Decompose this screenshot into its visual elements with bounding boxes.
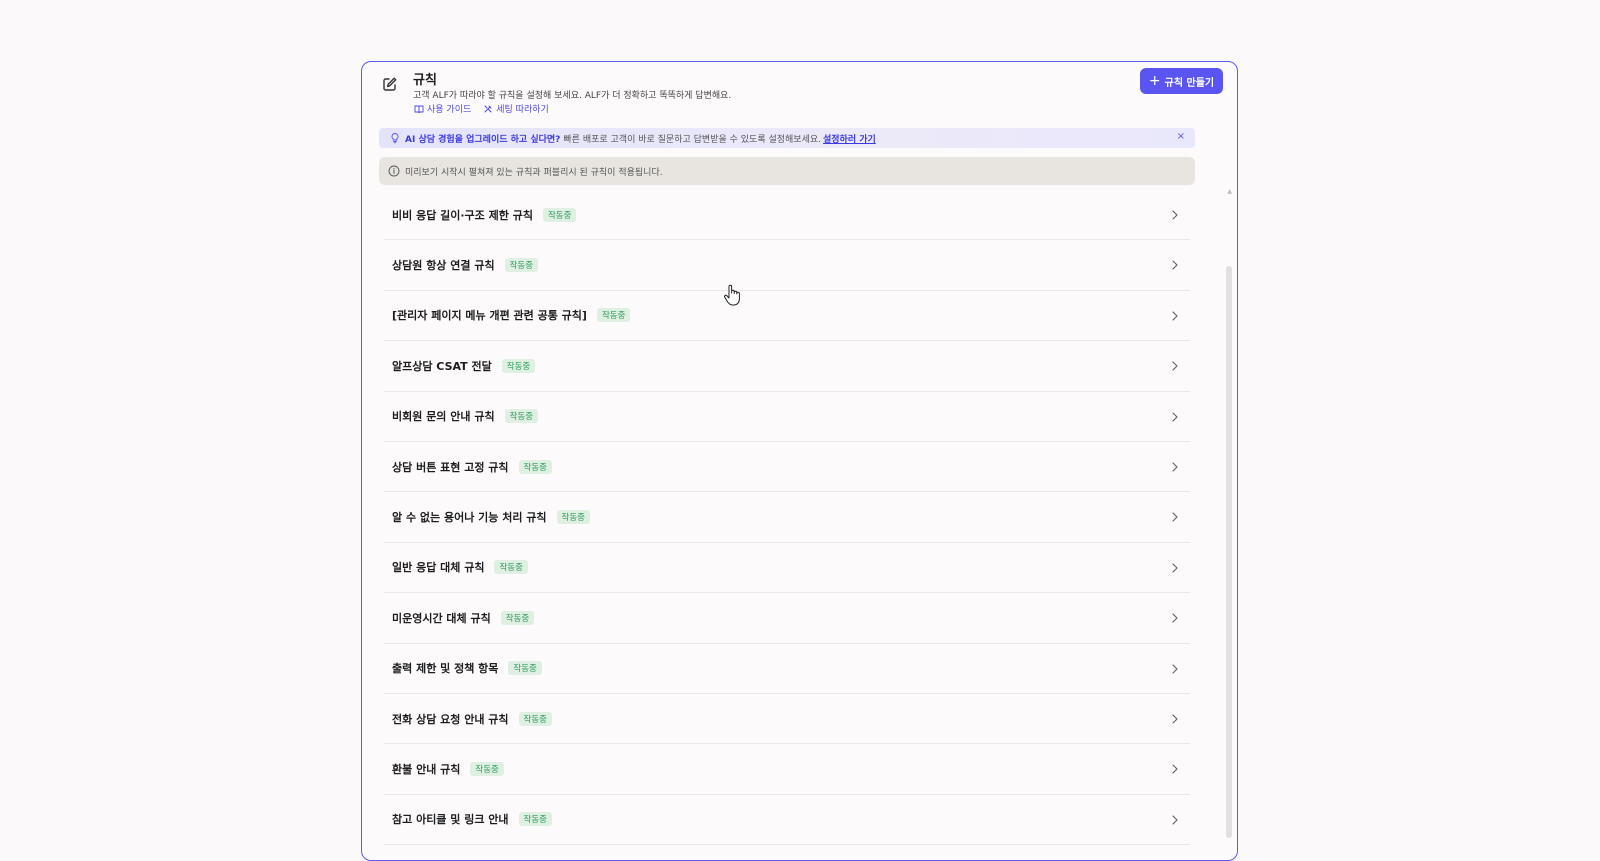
chevron-right-icon — [1172, 361, 1178, 371]
status-badge: 작동중 — [518, 459, 552, 474]
promo-banner: AI 상담 경험을 업그레이드 하고 싶다면? 빠른 배포로 고객이 바로 질문… — [379, 128, 1195, 148]
header-links: 사용 가이드 세팅 따라하기 — [414, 102, 549, 115]
rule-row[interactable]: 알프상담 CSAT 전달 작동중 — [384, 341, 1190, 392]
status-badge: 작동중 — [504, 258, 539, 273]
chevron-right-icon — [1172, 311, 1178, 321]
scrollbar-thumb[interactable] — [1226, 266, 1232, 838]
status-badge: 작동중 — [556, 510, 591, 525]
scroll-up-icon[interactable]: ▲ — [1227, 188, 1232, 195]
rule-name: 전화 상담 요청 안내 규칙 — [392, 712, 509, 726]
status-badge: 작동중 — [494, 560, 528, 575]
rule-name: 비비 응답 길이·구조 제한 규칙 — [392, 208, 533, 222]
rule-name: 환불 안내 규칙 — [392, 762, 461, 776]
rule-name: 참고 아티클 및 링크 안내 — [392, 813, 509, 827]
rule-name: 출력 제한 및 정책 항목 — [392, 662, 499, 676]
rule-name: 알프상담 CSAT 전달 — [392, 359, 492, 373]
rule-list: 비비 응답 길이·구조 제한 규칙 작동중 상담원 항상 연결 규칙 작동중 [… — [384, 190, 1190, 846]
chevron-right-icon — [1172, 210, 1178, 220]
plus-icon: + — [1148, 73, 1161, 89]
chevron-right-icon — [1172, 613, 1178, 623]
rule-row[interactable]: 일반 응답 대체 규칙 작동중 — [384, 543, 1190, 594]
chevron-right-icon — [1172, 563, 1178, 573]
chevron-right-icon — [1172, 260, 1178, 270]
rule-row[interactable]: 상담원 항상 연결 규칙 작동중 — [384, 240, 1190, 291]
promo-headline: AI 상담 경험을 업그레이드 하고 싶다면? — [405, 134, 561, 145]
rule-name: [관리자 페이지 메뉴 개편 관련 공통 규칙] — [392, 309, 587, 323]
guide-link[interactable]: 사용 가이드 — [414, 102, 471, 115]
edit-icon — [383, 77, 397, 91]
tools-icon — [484, 105, 492, 112]
preview-notice: 미리보기 시작시 펼쳐져 있는 규칙과 퍼블리시 된 규칙이 적용됩니다. — [379, 157, 1195, 185]
rule-name: 일반 응답 대체 규칙 — [392, 561, 485, 575]
rule-row[interactable]: 참고 아티클 및 링크 안내 작동중 — [384, 795, 1190, 846]
hand-cursor-icon — [724, 284, 740, 306]
follow-setup-link[interactable]: 세팅 따라하기 — [483, 102, 549, 115]
chevron-right-icon — [1172, 815, 1178, 825]
lightbulb-icon — [391, 133, 399, 144]
rule-row[interactable]: 비회원 문의 안내 규칙 작동중 — [384, 392, 1190, 442]
status-badge: 작동중 — [470, 761, 504, 776]
status-badge: 작동중 — [504, 409, 539, 424]
chevron-right-icon — [1172, 411, 1178, 422]
chevron-right-icon — [1172, 764, 1178, 774]
rule-name: 알 수 없는 용어나 기능 처리 규칙 — [392, 511, 547, 525]
guide-link-label: 사용 가이드 — [427, 105, 472, 115]
rules-header: 규칙 고객 ALF가 따라야 할 규칙을 설정해 보세요. ALF가 더 정확하… — [362, 62, 1237, 126]
rule-row[interactable]: 알 수 없는 용어나 기능 처리 규칙 작동중 — [384, 492, 1190, 543]
rule-row[interactable]: 출력 제한 및 정책 항목 작동중 — [384, 644, 1190, 694]
rule-row[interactable]: 상담 버튼 표현 고정 규칙 작동중 — [384, 442, 1190, 493]
close-icon[interactable]: × — [1177, 131, 1185, 142]
status-badge: 작동중 — [500, 610, 535, 625]
status-badge: 작동중 — [508, 661, 542, 676]
create-rule-button[interactable]: + 규칙 만들기 — [1140, 68, 1223, 94]
follow-setup-link-label: 세팅 따라하기 — [496, 105, 549, 115]
status-badge: 작동중 — [501, 358, 536, 373]
status-badge: 작동중 — [542, 207, 577, 222]
promo-body: 빠른 배포로 고객이 바로 질문하고 답변받을 수 있도록 설정해보세요. — [563, 134, 821, 145]
status-badge: 작동중 — [518, 812, 552, 827]
rule-row[interactable]: 전화 상담 요청 안내 규칙 작동중 — [384, 694, 1190, 745]
promo-setup-link[interactable]: 설정하러 가기 — [823, 132, 876, 145]
rules-panel: 규칙 고객 ALF가 따라야 할 규칙을 설정해 보세요. ALF가 더 정확하… — [361, 61, 1238, 861]
info-icon — [388, 165, 400, 177]
rule-name: 상담 버튼 표현 고정 규칙 — [392, 460, 509, 474]
preview-notice-text: 미리보기 시작시 펼쳐져 있는 규칙과 퍼블리시 된 규칙이 적용됩니다. — [405, 167, 663, 178]
rule-row[interactable]: [관리자 페이지 메뉴 개편 관련 공통 규칙] 작동중 — [384, 291, 1190, 342]
rule-row[interactable]: 환불 안내 규칙 작동중 — [384, 744, 1190, 795]
rule-row[interactable]: 미운영시간 대체 규칙 작동중 — [384, 593, 1190, 644]
chevron-right-icon — [1172, 512, 1178, 522]
rule-row[interactable]: 비비 응답 길이·구조 제한 규칙 작동중 — [384, 190, 1190, 241]
page-subtitle: 고객 ALF가 따라야 할 규칙을 설정해 보세요. ALF가 더 정확하고 똑… — [413, 91, 732, 101]
chevron-right-icon — [1172, 714, 1178, 724]
status-badge: 작동중 — [596, 308, 631, 323]
create-rule-button-label: 규칙 만들기 — [1164, 77, 1215, 89]
rule-name: 비회원 문의 안내 규칙 — [392, 410, 495, 424]
rules-scroll-area[interactable]: AI 상담 경험을 업그레이드 하고 싶다면? 빠른 배포로 고객이 바로 질문… — [362, 126, 1237, 860]
status-badge: 작동중 — [518, 711, 552, 726]
rule-name: 미운영시간 대체 규칙 — [392, 611, 491, 625]
chevron-right-icon — [1172, 663, 1178, 674]
chevron-right-icon — [1172, 462, 1178, 472]
rule-name: 상담원 항상 연결 규칙 — [392, 259, 495, 273]
page-title: 규칙 — [413, 73, 437, 88]
book-icon — [414, 105, 424, 113]
